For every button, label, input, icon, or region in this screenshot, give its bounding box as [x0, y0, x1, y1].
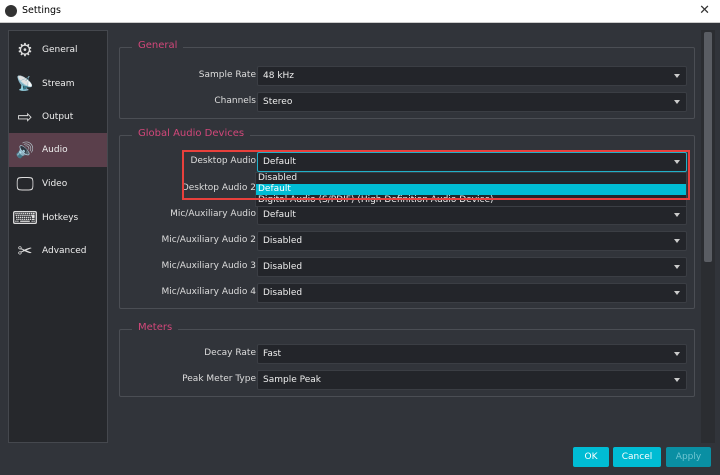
- speaker-icon: 🔊: [15, 141, 35, 159]
- select-value: 48 kHz: [263, 71, 295, 81]
- chevron-down-icon: [674, 352, 680, 356]
- sidebar-item-output[interactable]: ⇨ Output: [9, 100, 107, 134]
- vertical-scrollbar[interactable]: [701, 30, 715, 443]
- apply-button[interactable]: Apply: [666, 447, 711, 467]
- channels-label: Channels: [214, 96, 256, 106]
- mic-aux-audio-4-label: Mic/Auxiliary Audio 4: [161, 287, 256, 297]
- mic-aux-audio-3-select[interactable]: Disabled: [257, 257, 687, 277]
- sample-rate-select[interactable]: 48 kHz: [257, 66, 687, 86]
- cancel-button[interactable]: Cancel: [613, 447, 661, 467]
- keyboard-icon: ⌨: [12, 207, 38, 229]
- sidebar-item-hotkeys[interactable]: ⌨ Hotkeys: [9, 201, 107, 235]
- meters-group: Meters Decay Rate Fast Peak Meter Type Sam…: [119, 322, 695, 397]
- sidebar-item-label: Hotkeys: [42, 213, 79, 223]
- mic-aux-audio-2-label: Mic/Auxiliary Audio 2: [161, 235, 256, 245]
- peak-meter-type-select[interactable]: Sample Peak: [257, 370, 687, 390]
- desktop-audio-select[interactable]: Default: [257, 152, 687, 172]
- desktop-audio-dropdown-list: Disabled Default Digital Audio (S/PDIF) …: [255, 172, 687, 207]
- output-monitor-icon: ⇨: [17, 106, 33, 128]
- group-title: Meters: [132, 322, 179, 333]
- ok-button[interactable]: OK: [573, 447, 609, 467]
- title-bar: Settings ✕: [0, 0, 720, 23]
- monitor-icon: 🖵: [16, 173, 34, 195]
- sidebar-item-general[interactable]: ⚙ General: [9, 33, 107, 67]
- sidebar-item-label: Output: [42, 112, 74, 122]
- gear-icon: ⚙: [16, 39, 34, 61]
- chevron-down-icon: [674, 378, 680, 382]
- peak-meter-type-label: Peak Meter Type: [182, 374, 256, 384]
- mic-aux-audio-label: Mic/Auxiliary Audio: [170, 209, 256, 219]
- close-icon[interactable]: ✕: [699, 3, 710, 18]
- sidebar-item-advanced[interactable]: ✂ Advanced: [9, 234, 107, 268]
- select-value: Default: [263, 210, 296, 220]
- dropdown-option-digital-audio[interactable]: Digital Audio (S/PDIF) (High Definition …: [256, 195, 686, 206]
- general-group: General Sample Rate 48 kHz Channels Stereo: [119, 40, 695, 119]
- global-audio-devices-group: Global Audio Devices Desktop Audio Defaul…: [119, 128, 695, 309]
- desktop-audio-label: Desktop Audio: [190, 156, 256, 166]
- decay-rate-label: Decay Rate: [204, 348, 256, 358]
- channels-select[interactable]: Stereo: [257, 92, 687, 112]
- sidebar-item-label: Advanced: [42, 246, 87, 256]
- select-value: Default: [263, 157, 296, 167]
- sidebar-item-stream[interactable]: 📡 Stream: [9, 67, 107, 101]
- sidebar-item-label: Audio: [42, 145, 68, 155]
- sidebar-item-label: Stream: [42, 79, 75, 89]
- desktop-audio-2-label: Desktop Audio 2: [181, 183, 256, 193]
- dropdown-option-default[interactable]: Default: [256, 184, 686, 195]
- select-value: Fast: [263, 349, 282, 359]
- mic-aux-audio-select[interactable]: Default: [257, 205, 687, 225]
- tools-icon: ✂: [17, 240, 33, 262]
- select-value: Disabled: [263, 288, 303, 298]
- group-title: Global Audio Devices: [132, 128, 251, 139]
- chevron-down-icon: [674, 265, 680, 269]
- window-title: Settings: [22, 5, 61, 16]
- chevron-down-icon: [674, 213, 680, 217]
- sample-rate-label: Sample Rate: [198, 70, 256, 80]
- settings-sidebar: ⚙ General 📡 Stream ⇨ Output 🔊 Audio 🖵 Video ⌨…: [8, 30, 108, 443]
- app-logo-icon: [5, 5, 17, 17]
- chevron-down-icon: [674, 100, 680, 104]
- sidebar-item-label: Video: [42, 179, 68, 189]
- chevron-down-icon: [674, 239, 680, 243]
- chevron-down-icon: [674, 291, 680, 295]
- scrollbar-thumb[interactable]: [704, 32, 712, 262]
- mic-aux-audio-3-label: Mic/Auxiliary Audio 3: [161, 261, 256, 271]
- mic-aux-audio-4-select[interactable]: Disabled: [257, 283, 687, 303]
- sidebar-item-audio[interactable]: 🔊 Audio: [9, 133, 107, 167]
- select-value: Sample Peak: [263, 375, 321, 385]
- group-title: General: [132, 40, 184, 51]
- chevron-down-icon: [674, 74, 680, 78]
- settings-content: General Sample Rate 48 kHz Channels Stereo…: [112, 30, 698, 443]
- sidebar-item-video[interactable]: 🖵 Video: [9, 167, 107, 201]
- select-value: Disabled: [263, 236, 303, 246]
- sidebar-item-label: General: [42, 45, 78, 55]
- dropdown-option-disabled[interactable]: Disabled: [256, 173, 686, 184]
- decay-rate-select[interactable]: Fast: [257, 344, 687, 364]
- select-value: Disabled: [263, 262, 303, 272]
- chevron-down-icon: [674, 160, 680, 164]
- antenna-icon: 📡: [16, 76, 34, 92]
- select-value: Stereo: [263, 97, 293, 107]
- mic-aux-audio-2-select[interactable]: Disabled: [257, 231, 687, 251]
